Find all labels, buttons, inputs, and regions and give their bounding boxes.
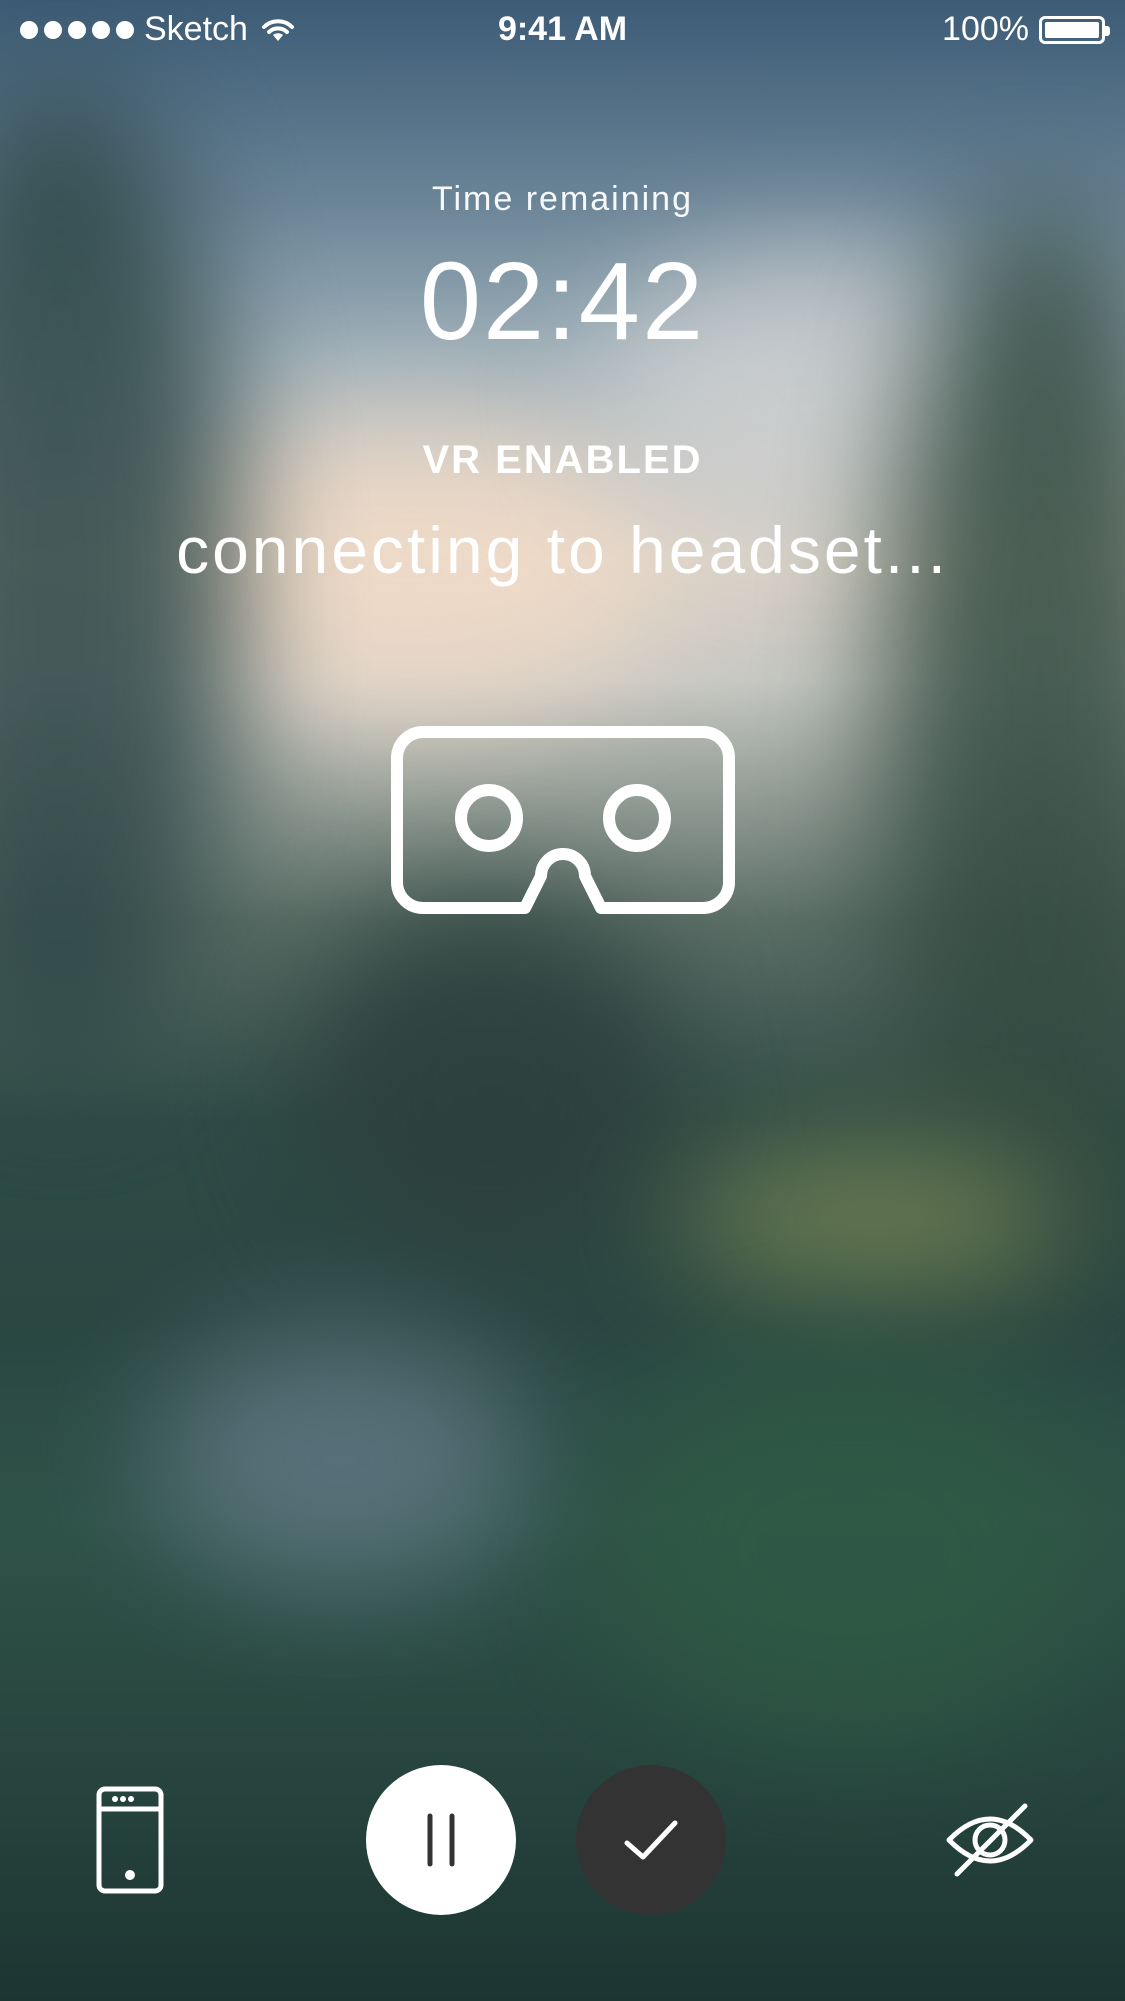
vr-status: VR ENABLED bbox=[422, 438, 703, 482]
countdown-timer: 02:42 bbox=[419, 240, 706, 363]
status-bar: Sketch 9:41 AM 100% bbox=[0, 0, 1125, 62]
check-icon bbox=[624, 1820, 678, 1860]
confirm-button[interactable] bbox=[576, 1765, 726, 1915]
phone-icon bbox=[96, 1786, 164, 1894]
hide-view-button[interactable] bbox=[945, 1790, 1035, 1890]
control-bar bbox=[0, 1760, 1125, 1920]
connection-message: connecting to headset... bbox=[176, 513, 949, 587]
pause-button[interactable] bbox=[366, 1765, 516, 1915]
battery-group: 100% bbox=[942, 10, 1110, 49]
vr-headset-icon bbox=[391, 726, 735, 914]
eye-off-icon bbox=[946, 1803, 1034, 1877]
phone-button[interactable] bbox=[85, 1780, 175, 1900]
pause-icon bbox=[427, 1813, 455, 1867]
battery-icon bbox=[1039, 15, 1110, 44]
time-remaining-label: Time remaining bbox=[431, 180, 694, 218]
battery-percentage: 100% bbox=[942, 10, 1029, 48]
